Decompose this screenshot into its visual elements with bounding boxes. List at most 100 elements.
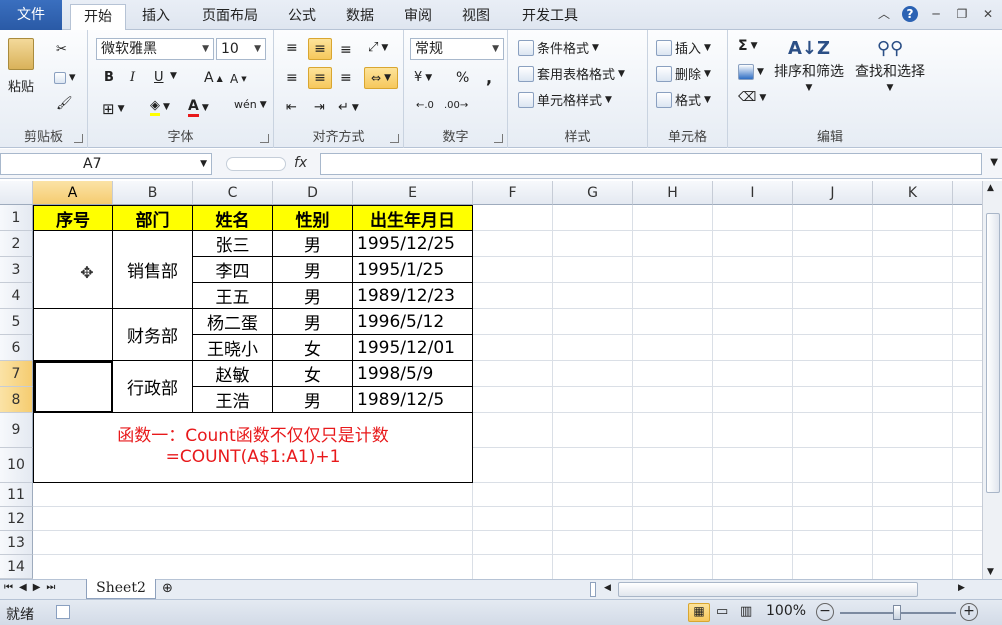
cell-gender[interactable]: 男 [273,231,353,257]
tab-view[interactable]: 视图 [454,4,498,30]
paste-button[interactable]: 粘贴 [8,38,34,95]
insert-cells-button[interactable]: 插入 ▼ [656,38,711,57]
find-select-button[interactable]: ⚲⚲ 查找和选择 ▼ [850,38,930,93]
wrap-text-icon[interactable]: ↵ ▼ [338,100,359,115]
sheet-tab-sheet2[interactable]: Sheet2 [86,579,156,599]
page-break-view-icon[interactable]: ▥ [740,604,752,619]
cut-icon[interactable]: ✂ [56,42,67,57]
phonetic-icon[interactable]: wén ▼ [234,98,267,111]
align-right-icon[interactable]: ≡ [340,70,352,86]
clipboard-launcher-icon[interactable] [74,134,83,143]
insert-sheet-icon[interactable]: ⊕ [162,581,173,596]
scroll-right-icon[interactable]: ▶ [958,583,965,593]
column-header-b[interactable]: B [113,181,193,205]
minimize-ribbon-icon[interactable]: ︿ [876,6,892,22]
column-header-k[interactable]: K [873,181,953,205]
font-launcher-icon[interactable] [260,134,269,143]
header-cell-gender[interactable]: 性别 [273,206,353,231]
row-header-3[interactable]: 3 [0,257,33,283]
alignment-launcher-icon[interactable] [390,134,399,143]
tab-review[interactable]: 审阅 [396,4,440,30]
percent-button[interactable]: % [456,70,469,86]
decrease-indent-icon[interactable]: ⇤ [286,100,297,115]
column-header-g[interactable]: G [553,181,633,205]
align-middle-icon[interactable]: ≡ [308,38,332,60]
header-cell-department[interactable]: 部门 [113,206,193,231]
column-header-a[interactable]: A [33,181,113,205]
conditional-format-button[interactable]: 条件格式 ▼ [518,38,599,57]
decrease-decimal-icon[interactable]: .00→ [444,100,468,111]
currency-icon[interactable]: ¥ ▼ [414,70,432,85]
row-header-2[interactable]: 2 [0,231,33,257]
tab-developer[interactable]: 开发工具 [512,4,588,30]
italic-button[interactable]: I [130,70,135,85]
formula-bar-splitter[interactable] [226,157,286,171]
font-name-select[interactable]: 微软雅黑 ▼ [96,38,214,60]
column-header-e[interactable]: E [353,181,473,205]
sort-filter-button[interactable]: A↓Z 排序和筛选 ▼ [770,38,848,93]
cell-a2-merged[interactable]: ✥ [34,231,113,309]
cell-gender[interactable]: 男 [273,387,353,413]
horizontal-scroll-thumb[interactable] [618,582,918,597]
font-size-select[interactable]: 10 ▼ [216,38,266,60]
cell-name[interactable]: 张三 [193,231,273,257]
cell-birthdate[interactable]: 1989/12/5 [353,387,473,413]
page-layout-view-icon[interactable]: ▭ [716,604,728,619]
cell-name[interactable]: 杨二蛋 [193,309,273,335]
clear-icon[interactable]: ⌫ ▼ [738,90,766,105]
delete-cells-button[interactable]: 删除 ▼ [656,64,711,83]
cell-birthdate[interactable]: 1995/12/01 [353,335,473,361]
number-launcher-icon[interactable] [494,134,503,143]
fill-icon[interactable]: ▼ [738,64,764,80]
zoom-level[interactable]: 100% [766,603,806,619]
tab-formulas[interactable]: 公式 [280,4,324,30]
cell-birthdate[interactable]: 1989/12/23 [353,283,473,309]
header-cell-name[interactable]: 姓名 [193,206,273,231]
cell-gender[interactable]: 女 [273,361,353,387]
bold-button[interactable]: B [104,70,114,85]
normal-view-icon[interactable]: ▦ [688,603,710,622]
row-header-9[interactable]: 9 [0,413,33,448]
cell-gender[interactable]: 男 [273,309,353,335]
underline-button[interactable]: U [154,70,164,85]
increase-indent-icon[interactable]: ⇥ [314,100,325,115]
worksheet-grid[interactable]: A B C D E F G H I J K 1 2 3 4 5 6 7 8 9 … [0,181,982,579]
cell-a7-selected[interactable] [34,361,113,413]
header-cell-index[interactable]: 序号 [34,206,113,231]
tab-file[interactable]: 文件 [0,0,62,30]
fill-color-icon[interactable]: ◈ ▼ [150,98,170,116]
align-center-icon[interactable]: ≡ [308,67,332,89]
column-header-l[interactable] [953,181,982,205]
cell-dept-finance[interactable]: 财务部 [113,309,193,361]
comma-button[interactable]: , [486,68,492,87]
column-header-f[interactable]: F [473,181,553,205]
row-header-14[interactable]: 14 [0,555,33,579]
cell-a5-merged[interactable] [34,309,113,361]
align-bottom-icon[interactable]: ≡ [340,42,352,58]
formula-input[interactable] [320,153,982,175]
cell-name[interactable]: 王晓小 [193,335,273,361]
zoom-in-icon[interactable]: + [960,603,978,621]
cell-name[interactable]: 赵敏 [193,361,273,387]
scroll-down-icon[interactable]: ▼ [987,567,994,577]
tab-home[interactable]: 开始 [70,4,126,31]
row-header-6[interactable]: 6 [0,335,33,361]
scroll-up-icon[interactable]: ▲ [987,183,994,193]
row-header-4[interactable]: 4 [0,283,33,309]
autosum-button[interactable]: Σ ▼ [738,38,758,54]
column-header-c[interactable]: C [193,181,273,205]
restore-icon[interactable]: ❐ [954,6,970,22]
tab-insert[interactable]: 插入 [134,4,178,30]
vertical-scrollbar[interactable]: ▲ ▼ [982,181,1002,579]
zoom-slider-thumb[interactable] [893,605,901,620]
help-icon[interactable]: ? [902,6,918,22]
format-painter-icon[interactable]: 🖌 [56,96,73,111]
cell-gender[interactable]: 女 [273,335,353,361]
tab-data[interactable]: 数据 [338,4,382,30]
close-icon[interactable]: ✕ [980,6,996,22]
cell-gender[interactable]: 男 [273,257,353,283]
sheet-nav-icons[interactable]: ⏮◀▶⏭ [4,582,61,593]
row-header-5[interactable]: 5 [0,309,33,335]
decrease-font-icon[interactable]: A ▼ [230,72,247,86]
formula-note-cell[interactable]: 函数一：Count函数不仅仅只是计数 =COUNT(A$1:A1)+1 [33,413,473,483]
